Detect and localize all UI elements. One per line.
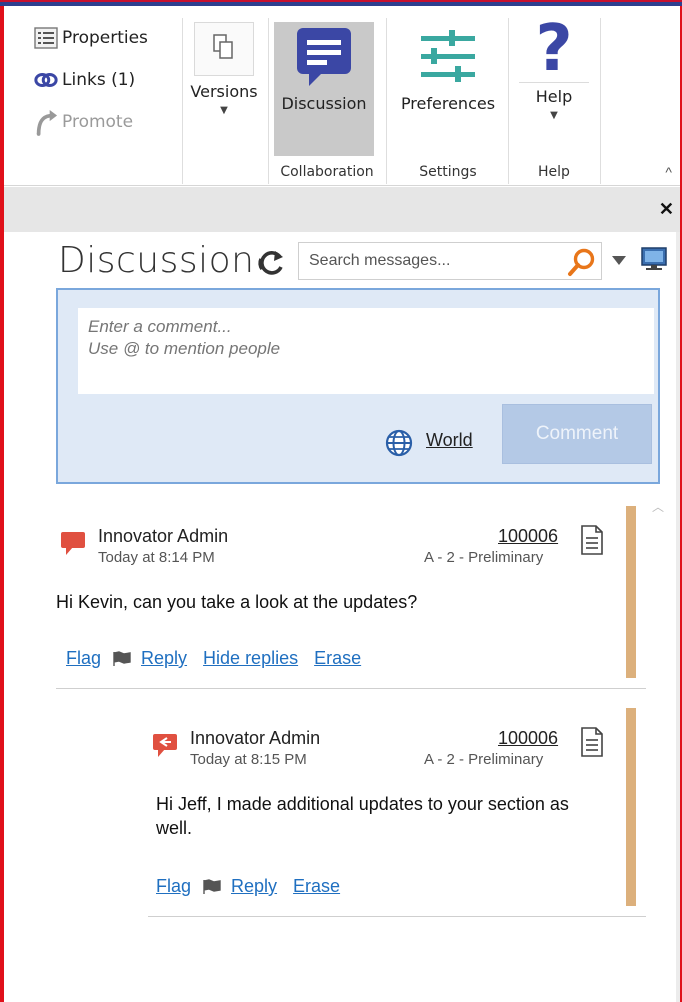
ribbon-separator	[508, 18, 509, 184]
ribbon: Properties Links (1) Promote Versions ▼ …	[4, 6, 680, 186]
promote-label: Promote	[62, 112, 134, 132]
visibility-link[interactable]: World	[426, 430, 473, 451]
close-icon[interactable]: ✕	[659, 199, 674, 220]
message-actions: Flag Reply Erase	[156, 876, 356, 897]
versions-button[interactable]: Versions ▼	[184, 22, 264, 116]
panel-title: Discussion	[58, 240, 255, 281]
search-box	[298, 242, 602, 280]
ribbon-separator	[268, 18, 269, 184]
settings-group-label: Settings	[419, 164, 477, 180]
search-options-chevron-icon[interactable]	[612, 256, 626, 265]
ribbon-separator	[600, 18, 601, 184]
comment-icon	[61, 532, 85, 555]
discussion-ribbon-label: Discussion	[281, 94, 367, 113]
message-timestamp: Today at 8:14 PM	[98, 549, 215, 566]
item-revision: A - 2 - Preliminary	[424, 751, 544, 768]
versions-icon	[194, 22, 254, 76]
message-item: Innovator Admin Today at 8:14 PM 100006 …	[56, 500, 666, 690]
promote-button[interactable]: Promote	[34, 110, 134, 136]
erase-link[interactable]: Erase	[293, 876, 340, 897]
chat-bubble-icon	[295, 26, 353, 92]
preferences-label: Preferences	[400, 94, 496, 113]
scroll-up-icon[interactable]: ︿	[652, 498, 664, 515]
help-group-label: Help	[538, 164, 570, 180]
globe-icon[interactable]	[384, 428, 414, 458]
promote-icon	[34, 110, 58, 136]
hide-replies-link[interactable]: Hide replies	[203, 648, 298, 669]
message-timestamp: Today at 8:15 PM	[190, 751, 307, 768]
message-divider	[148, 916, 646, 917]
refresh-icon[interactable]	[256, 248, 286, 278]
thread-indicator	[626, 708, 636, 906]
reply-item: Innovator Admin Today at 8:15 PM 100006 …	[56, 706, 666, 917]
reply-link[interactable]: Reply	[141, 648, 187, 669]
message-list: Innovator Admin Today at 8:14 PM 100006 …	[56, 500, 666, 1002]
discussion-panel: Discussion Search messages... Enter a co…	[18, 232, 680, 1002]
message-body: Hi Kevin, can you take a look at the upd…	[56, 592, 418, 612]
ribbon-separator	[386, 18, 387, 184]
flag-link[interactable]: Flag	[66, 648, 101, 669]
properties-label: Properties	[62, 28, 148, 48]
preferences-button[interactable]: Preferences	[390, 22, 506, 113]
erase-link[interactable]: Erase	[314, 648, 361, 669]
message-divider	[56, 688, 646, 689]
pane-header: ✕	[4, 187, 680, 232]
document-icon[interactable]	[580, 524, 604, 556]
help-button[interactable]: ? Help ▼	[512, 16, 596, 121]
message-author: Innovator Admin	[190, 728, 321, 748]
monitor-icon[interactable]	[640, 246, 668, 272]
help-label: Help	[535, 87, 573, 106]
document-icon[interactable]	[580, 726, 604, 758]
link-icon	[34, 70, 58, 90]
ribbon-separator	[182, 18, 183, 184]
collapse-ribbon-icon[interactable]: ^	[665, 164, 672, 180]
flag-link[interactable]: Flag	[156, 876, 191, 897]
properties-icon	[34, 27, 58, 49]
reply-comment-icon	[153, 734, 177, 757]
item-revision: A - 2 - Preliminary	[424, 549, 544, 566]
thread-indicator	[626, 506, 636, 678]
discussion-panel-body: Discussion Search messages... Enter a co…	[18, 232, 676, 1002]
discussion-ribbon-button[interactable]: Discussion	[274, 22, 374, 156]
flag-icon[interactable]	[113, 650, 131, 667]
collaboration-group-label: Collaboration	[280, 164, 374, 180]
versions-label: Versions	[190, 82, 258, 101]
message-actions: Flag Reply Hide replies Erase	[66, 648, 377, 669]
search-icon[interactable]	[567, 247, 597, 277]
message-body: Hi Jeff, I made additional updates to yo…	[156, 794, 569, 838]
comment-composer: World Comment	[56, 288, 660, 484]
item-number-link[interactable]: 100006	[498, 728, 558, 749]
flag-icon[interactable]	[203, 878, 221, 895]
message-author: Innovator Admin	[98, 526, 229, 546]
search-input[interactable]	[299, 243, 539, 279]
reply-link[interactable]: Reply	[231, 876, 277, 897]
properties-button[interactable]: Properties	[34, 27, 148, 49]
question-mark-icon: ?	[535, 12, 573, 86]
links-label: Links (1)	[62, 70, 136, 90]
comment-input[interactable]	[78, 308, 654, 394]
comment-button[interactable]: Comment	[502, 404, 652, 464]
sliders-icon	[419, 28, 477, 88]
chevron-down-icon: ▼	[550, 110, 558, 121]
item-number-link[interactable]: 100006	[498, 526, 558, 547]
chevron-down-icon: ▼	[220, 105, 228, 116]
links-button[interactable]: Links (1)	[34, 70, 135, 90]
